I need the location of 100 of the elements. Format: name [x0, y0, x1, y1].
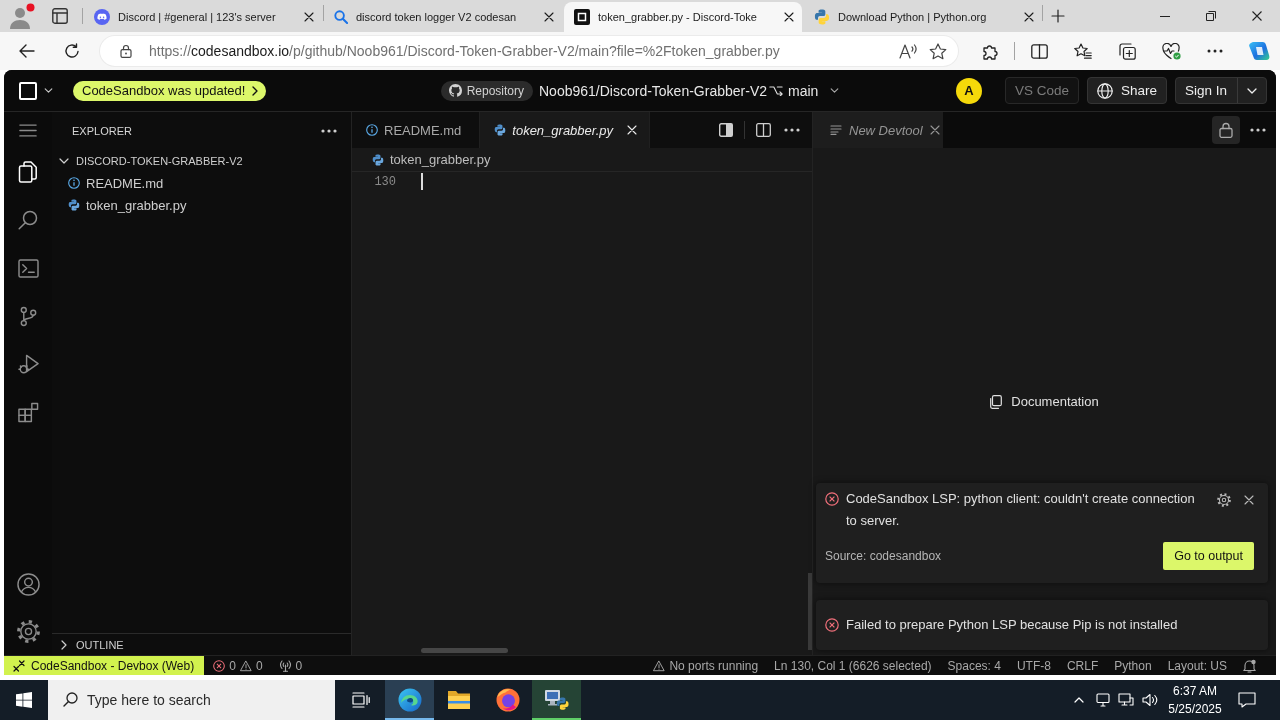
close-icon[interactable]: [929, 125, 940, 135]
edge-icon: [397, 688, 422, 712]
taskbar-app[interactable]: [532, 680, 581, 720]
square-icon[interactable]: [19, 81, 37, 100]
devtool-tab[interactable]: New Devtool: [813, 112, 943, 148]
status-item[interactable]: Ln 130, Col 1 (6626 selected): [766, 656, 940, 675]
run-debug-icon[interactable]: [17, 353, 39, 375]
lock-button[interactable]: [1212, 116, 1240, 144]
document-icon: [990, 394, 1003, 409]
settings-icon[interactable]: [16, 620, 40, 643]
header-button[interactable]: Sign In: [1174, 77, 1267, 104]
gear-icon[interactable]: [1217, 493, 1231, 507]
split-screen-icon: [1030, 43, 1048, 59]
copilot-icon: [1248, 41, 1270, 61]
address-text[interactable]: https://codesandbox.io/p/github/Noob961/Discord-Token-Grabber-V2/main?file=%2Ftoken_grabber.py: [149, 43, 893, 59]
bell-icon: [1243, 658, 1256, 673]
ports-indicator[interactable]: 0: [270, 656, 311, 675]
python-logo-icon: [814, 9, 830, 25]
status-item[interactable]: Spaces: 4: [939, 656, 1009, 675]
terminal-icon[interactable]: [17, 258, 39, 278]
chevron-up-icon: [1074, 697, 1084, 703]
scrollbar-thumb[interactable]: [808, 573, 812, 650]
search-icon[interactable]: [18, 210, 38, 230]
close-icon[interactable]: [304, 12, 314, 22]
status-item[interactable]: Layout: US: [1159, 656, 1235, 675]
source-control-icon[interactable]: [19, 305, 37, 327]
scrollbar-thumb[interactable]: [421, 648, 508, 653]
monitor-icon: [1095, 693, 1110, 707]
panel-title: EXPLORER: [72, 125, 133, 137]
error-icon: [213, 659, 226, 672]
remote-icon: [13, 659, 25, 672]
status-item[interactable]: Python: [1106, 656, 1160, 675]
file-item[interactable]: README.md: [52, 172, 351, 194]
repository-chip[interactable]: Repository: [440, 80, 533, 101]
caret-down-icon[interactable]: [44, 88, 53, 93]
split-editor-icon[interactable]: [756, 123, 771, 137]
breadcrumb[interactable]: token_grabber.py: [352, 148, 812, 171]
search-icon: [63, 692, 78, 707]
lock-icon[interactable]: [120, 44, 132, 58]
profile-icon[interactable]: [9, 3, 35, 29]
lock-icon: [1219, 122, 1233, 138]
problems-indicator[interactable]: 0 0: [205, 656, 271, 675]
line-number: 130: [373, 174, 396, 189]
toggle-panel-icon[interactable]: [719, 123, 733, 137]
close-icon[interactable]: [544, 12, 554, 22]
menu-icon[interactable]: [19, 123, 37, 137]
discord-logo-icon: [94, 9, 110, 25]
close-icon[interactable]: [1244, 495, 1254, 505]
clock-date[interactable]: 5/25/2025: [1168, 700, 1222, 718]
computer-python-icon: [543, 688, 570, 712]
status-item[interactable]: CRLF: [1058, 656, 1107, 675]
status-item[interactable]: No ports running: [645, 656, 767, 675]
search-field[interactable]: Type here to search: [48, 680, 335, 720]
editor-tab[interactable]: token_grabber.py: [480, 112, 650, 148]
browser-tab[interactable]: discord token logger V2 codesan: [324, 2, 562, 32]
chevron-down-icon[interactable]: [59, 158, 69, 164]
network-icon: [1118, 693, 1134, 707]
plus-icon: [1051, 9, 1065, 23]
notification-message: CodeSandbox LSP: python client: couldn't create connection to server.: [846, 490, 1196, 530]
task-view-icon: [351, 692, 370, 708]
extensions-icon[interactable]: [17, 401, 39, 423]
info-icon: [68, 177, 80, 189]
notification-icon: [1238, 692, 1256, 708]
broadcast-icon: [278, 659, 292, 672]
documentation-link[interactable]: Documentation: [990, 394, 1099, 409]
refresh-icon: [64, 43, 80, 59]
close-icon: [1252, 11, 1262, 21]
warning-count: 0: [255, 658, 263, 673]
error-icon: [825, 618, 839, 632]
minimize-icon: [1160, 15, 1170, 17]
close-icon[interactable]: [1024, 12, 1034, 22]
more-icon[interactable]: [1250, 128, 1266, 132]
taskbar-app[interactable]: [385, 680, 434, 720]
user-avatar[interactable]: A: [955, 77, 982, 104]
browser-tab[interactable]: Discord | #general | 123's server: [84, 2, 322, 32]
more-icon[interactable]: [321, 129, 337, 133]
branch-name[interactable]: main: [788, 82, 819, 99]
python-file-icon: [372, 153, 384, 166]
more-icon: [1207, 49, 1223, 53]
caret-down-icon[interactable]: [830, 88, 840, 93]
browser-tab[interactable]: Download Python | Python.org: [804, 2, 1042, 32]
more-icon[interactable]: [784, 128, 800, 132]
square-logo-icon: [574, 9, 590, 25]
close-icon[interactable]: [784, 12, 794, 22]
remote-indicator[interactable]: CodeSandbox - Devbox (Web): [4, 656, 205, 675]
go-to-output-button[interactable]: Go to output: [1163, 542, 1254, 570]
folder-item[interactable]: DISCORD-TOKEN-GRABBER-V2: [52, 150, 351, 172]
file-item[interactable]: token_grabber.py: [52, 194, 351, 216]
header-button[interactable]: Share: [1086, 77, 1167, 104]
update-badge[interactable]: CodeSandbox was updated!: [73, 80, 267, 101]
address-bar[interactable]: https://codesandbox.io/p/github/Noob961/Discord-Token-Grabber-V2/main?file=%2Ftoken_grabber.py: [100, 36, 958, 66]
warning-icon: [653, 659, 666, 672]
account-icon[interactable]: [16, 572, 40, 596]
window-panel-icon[interactable]: [52, 8, 68, 24]
files-icon[interactable]: [18, 161, 38, 183]
chevron-right-icon[interactable]: [61, 639, 67, 650]
browser-tab[interactable]: token_grabber.py - Discord-Toke: [564, 2, 802, 32]
clock-time[interactable]: 6:37 AM: [1173, 682, 1217, 700]
status-item[interactable]: UTF-8: [1008, 656, 1059, 675]
read-aloud-icon: [899, 43, 917, 59]
